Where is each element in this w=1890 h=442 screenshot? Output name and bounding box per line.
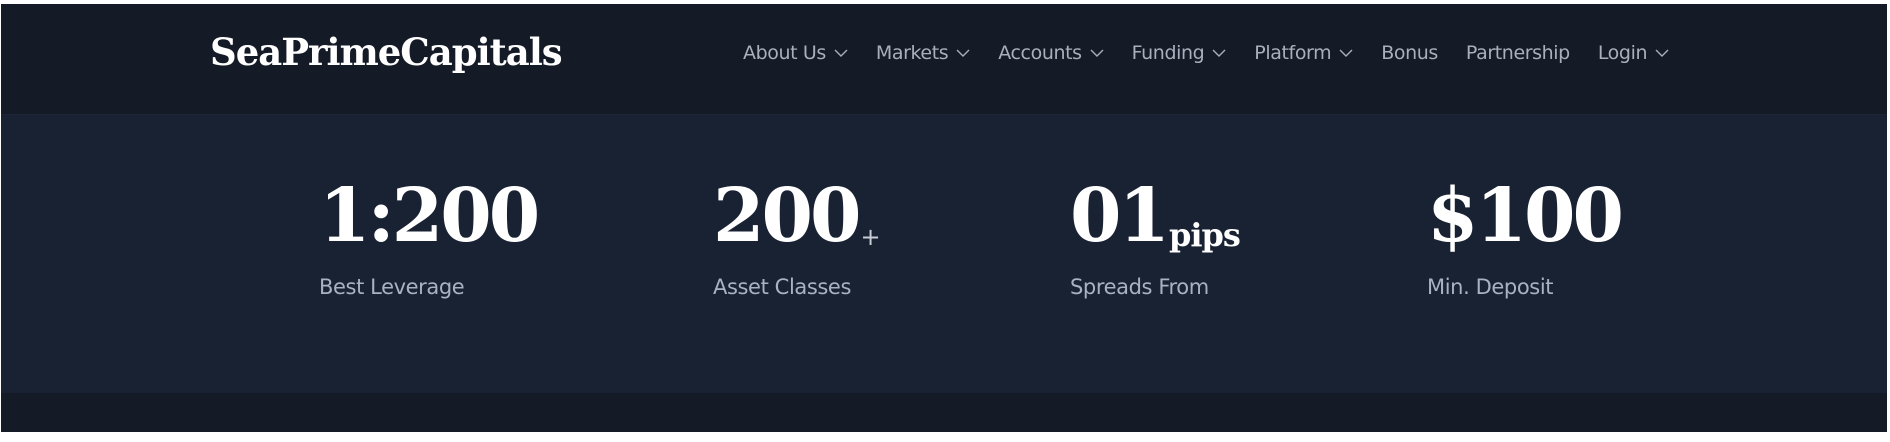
chevron-down-icon [834,48,848,58]
stat-spreads: 01 pips Spreads From [1070,173,1241,299]
nav-item-partnership[interactable]: Partnership [1466,42,1570,64]
nav-item-accounts[interactable]: Accounts [998,42,1104,64]
stat-leverage: 1:200 Best Leverage [319,173,540,299]
stat-suffix: pips [1168,216,1241,254]
chevron-down-icon [1339,48,1353,58]
chevron-down-icon [956,48,970,58]
stat-number: $100 [1427,173,1624,259]
stats-section: 1:200 Best Leverage 200 + Asset Classes … [1,115,1887,393]
stat-min-deposit: $100 Min. Deposit [1427,173,1624,299]
nav-item-label: Markets [875,42,949,64]
stat-number: 200 [713,173,861,259]
nav-item-funding[interactable]: Funding [1132,42,1227,64]
site-header: SeaPrimeCapitals About Us Markets Accoun… [1,4,1887,115]
stat-suffix: + [860,223,881,251]
main-nav: About Us Markets Accounts Funding Platfo… [743,40,1669,66]
stat-value: 1:200 [319,173,540,259]
nav-item-platform[interactable]: Platform [1254,42,1353,64]
stat-asset-classes: 200 + Asset Classes [713,179,881,299]
nav-item-label: Funding [1131,42,1205,64]
page: SeaPrimeCapitals About Us Markets Accoun… [1,4,1887,432]
chevron-down-icon [1090,48,1104,58]
stat-number: 01 [1070,173,1170,259]
stat-value: $100 [1427,173,1624,259]
chevron-down-icon [1655,48,1669,58]
bottom-band [1,393,1887,432]
nav-item-markets[interactable]: Markets [876,42,970,64]
nav-item-label: Login [1597,42,1648,64]
brand-logo[interactable]: SeaPrimeCapitals [210,30,563,74]
chevron-down-icon [1212,48,1226,58]
nav-item-label: Partnership [1465,42,1570,64]
stat-label: Min. Deposit [1427,275,1554,299]
nav-item-label: About Us [743,42,826,64]
stat-label: Asset Classes [713,275,851,299]
nav-item-label: Platform [1254,42,1332,64]
nav-item-label: Accounts [998,42,1082,64]
stat-value: 200 + [713,179,881,253]
nav-item-label: Bonus [1381,42,1438,64]
stat-label: Spreads From [1070,275,1209,299]
stat-value: 01 pips [1070,173,1241,259]
nav-item-login[interactable]: Login [1598,42,1669,64]
nav-item-bonus[interactable]: Bonus [1381,42,1438,64]
stat-number: 1:200 [319,173,540,259]
nav-item-about-us[interactable]: About Us [743,42,848,64]
stat-label: Best Leverage [319,275,465,299]
